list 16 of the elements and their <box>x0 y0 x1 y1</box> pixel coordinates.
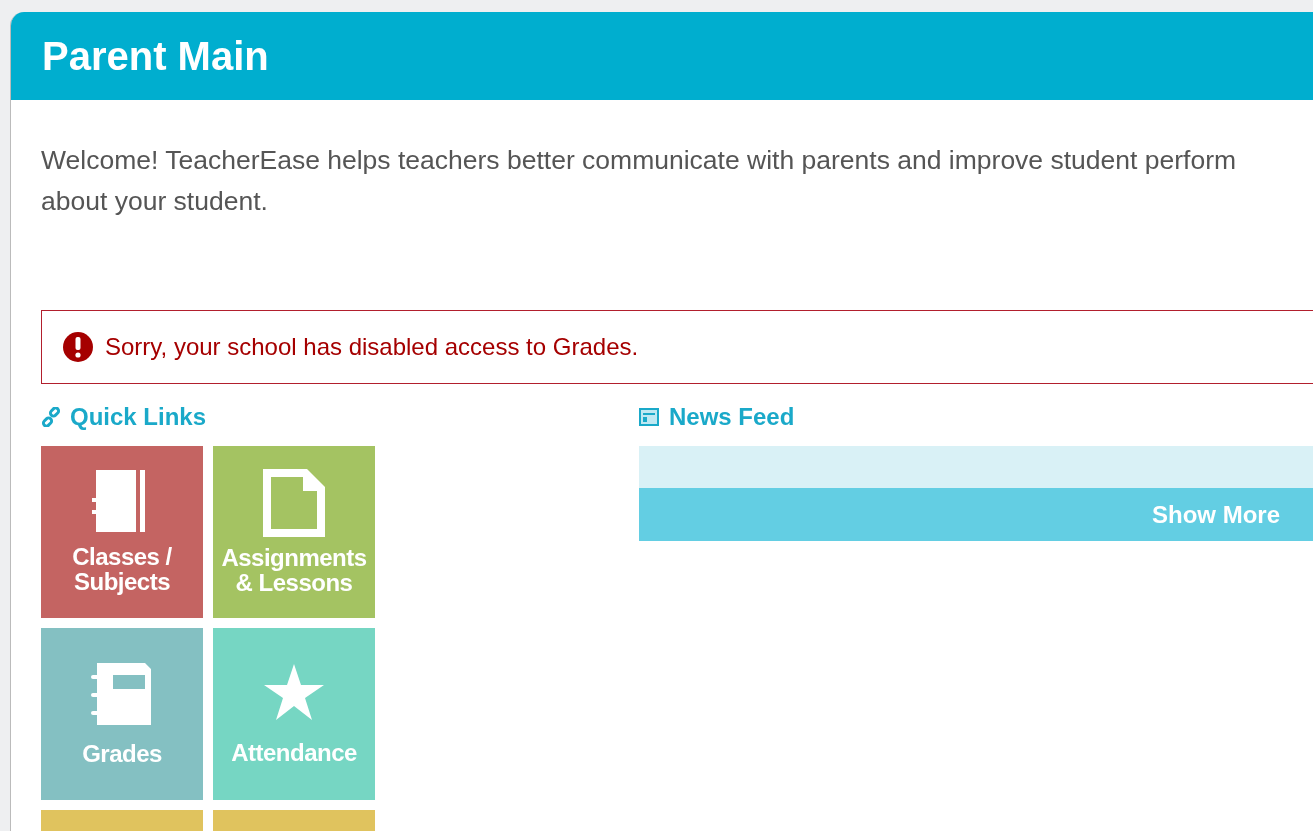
quick-link-tile[interactable]: Classes / Subjects <box>41 446 203 618</box>
welcome-text: Welcome! TeacherEase helps teachers better communicate with parents and improve student perform about your student. <box>41 144 1237 218</box>
document-icon <box>263 469 325 537</box>
alert-message: Sorry, your school has disabled access to Grades. <box>105 332 639 362</box>
quick-link-tile[interactable]: Assignments & Lessons <box>213 446 375 618</box>
page-title: Parent Main <box>42 36 269 76</box>
section-title: Quick Links <box>70 402 207 432</box>
star-icon <box>264 663 324 720</box>
show-more-button[interactable]: Show More <box>639 488 1313 541</box>
quick-link-tile[interactable]: Attendance <box>213 628 375 800</box>
notebook-icon <box>91 662 153 725</box>
quick-link-tile[interactable]: Grades <box>41 628 203 800</box>
newspaper-icon <box>639 408 659 426</box>
link-icon <box>41 407 61 427</box>
section-title: News Feed <box>669 402 795 432</box>
exclamation-icon <box>63 332 93 362</box>
